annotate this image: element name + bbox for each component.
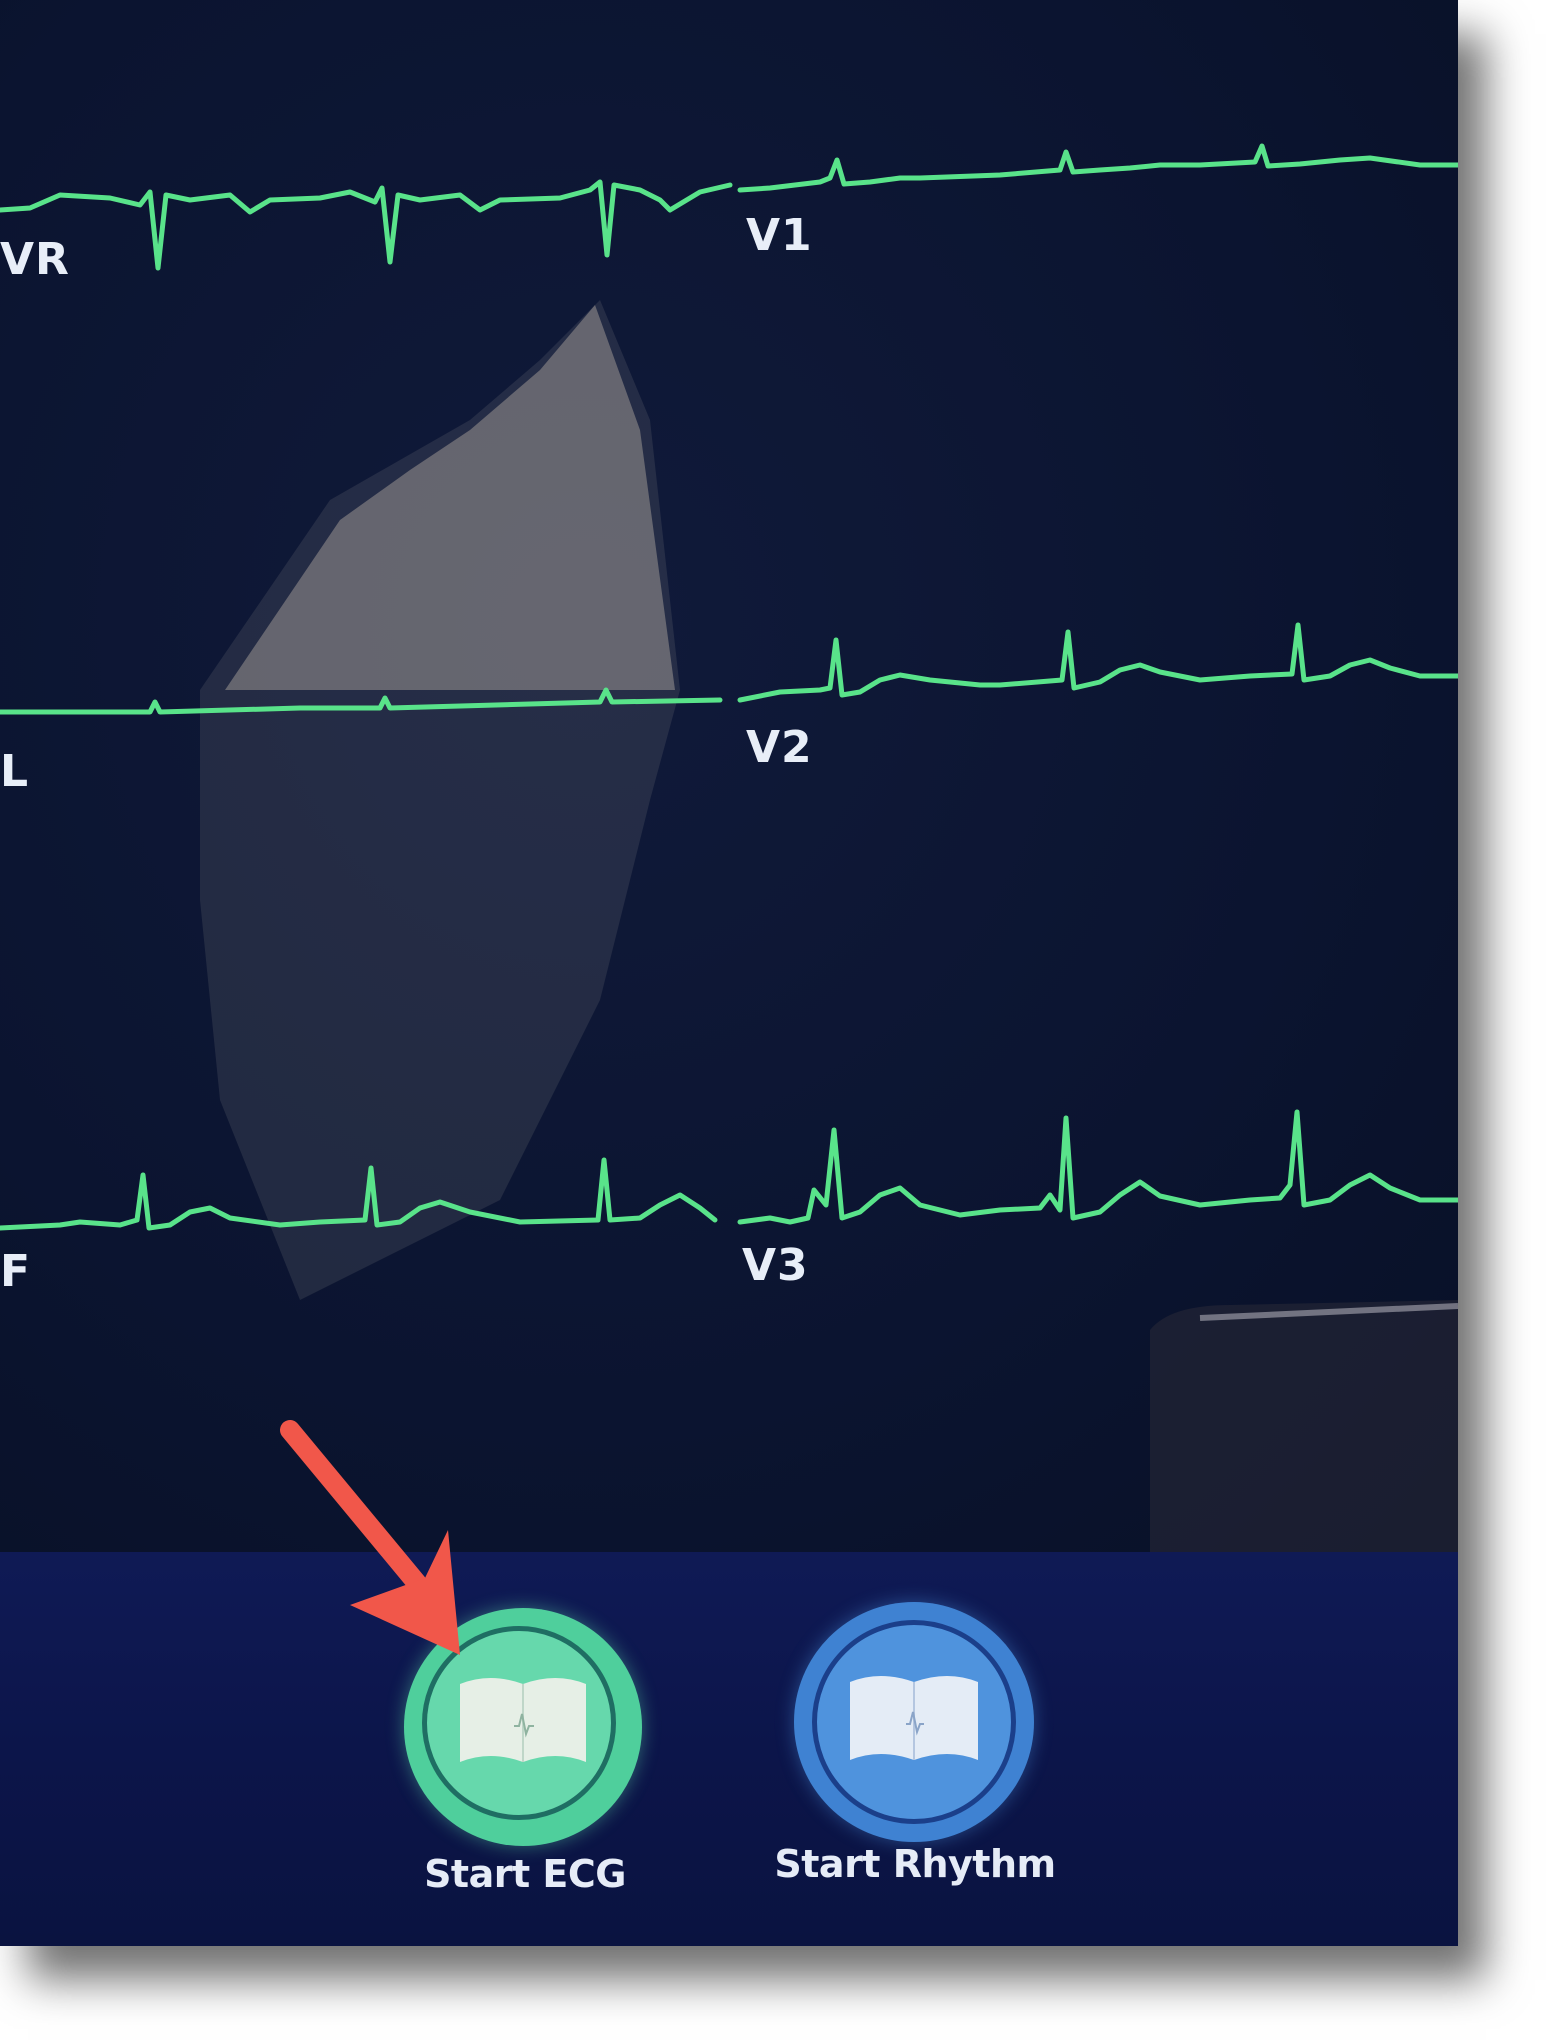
trace-avf bbox=[0, 1157, 718, 1231]
start-rhythm-button[interactable]: Start Rhythm bbox=[774, 1602, 1056, 1902]
trace-avl bbox=[0, 687, 723, 715]
red-arrow-icon bbox=[280, 1420, 460, 1655]
start-rhythm-label: Start Rhythm bbox=[774, 1842, 1056, 1886]
ecg-book-icon bbox=[460, 1678, 586, 1762]
trace-avr bbox=[0, 179, 733, 271]
rhythm-book-icon bbox=[850, 1676, 978, 1760]
trace-v3 bbox=[737, 1109, 1458, 1225]
bottom-toolbar: Start ECG Start Rhythm bbox=[0, 1552, 1458, 1946]
trace-v2 bbox=[737, 622, 1458, 703]
lead-label-avr: VR bbox=[0, 234, 70, 285]
lead-label-v2: V2 bbox=[746, 722, 813, 773]
lead-label-v3: V3 bbox=[742, 1240, 809, 1291]
lead-label-v1: V1 bbox=[746, 210, 813, 261]
lead-label-avf: F bbox=[0, 1246, 32, 1297]
start-ecg-label: Start ECG bbox=[424, 1852, 626, 1896]
monitor-screen: VR V1 L V2 F V3 Start ECG Start Rhythm bbox=[0, 0, 1458, 1946]
trace-v1 bbox=[737, 143, 1458, 193]
ecg-traces bbox=[0, 143, 1458, 1231]
lead-label-avl: L bbox=[0, 746, 30, 797]
